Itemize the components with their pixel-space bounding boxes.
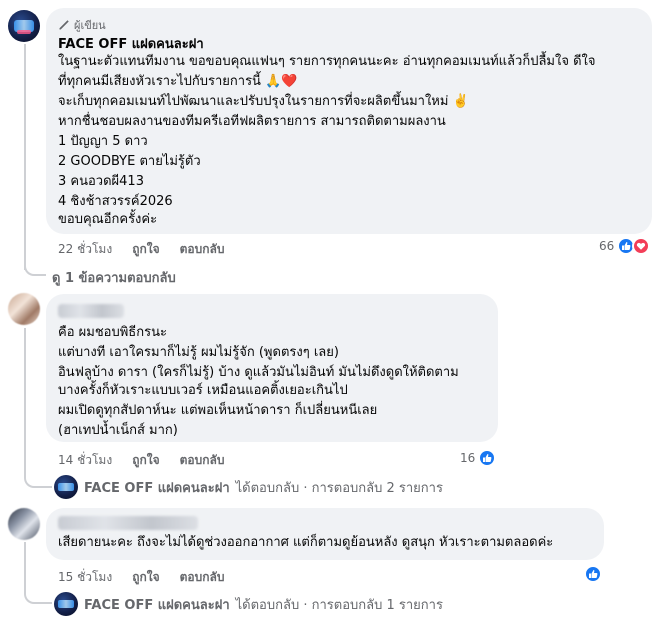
- thread-curve: [24, 576, 52, 604]
- reply-summary-author: FACE OFF แฝดคนละฝา: [84, 597, 230, 613]
- user-avatar[interactable]: [8, 293, 40, 325]
- comment-timestamp[interactable]: 14 ชั่วโมง: [58, 451, 112, 470]
- comment-timestamp[interactable]: 22 ชั่วโมง: [58, 240, 112, 259]
- thread-curve: [24, 250, 46, 276]
- comment-text-line: บางครั้งก็หัวเราะแบบเวอร์ เหมือนแอคติ้งเ…: [58, 383, 348, 398]
- user-avatar[interactable]: [8, 508, 40, 540]
- reaction-summary[interactable]: 66: [599, 237, 651, 255]
- like-reaction-icon: [478, 449, 497, 467]
- author-pen-icon: [59, 20, 69, 30]
- comment-actions: 22 ชั่วโมง ถูกใจ ตอบกลับ: [58, 240, 224, 259]
- author-badge-label: ผู้เขียน: [74, 19, 106, 32]
- comment-text-line: 3 คนอวดผี413: [58, 174, 144, 189]
- comment-timestamp[interactable]: 15 ชั่วโมง: [58, 568, 112, 587]
- love-reaction-icon: [632, 237, 651, 255]
- reply-summary-text: ได้ตอบกลับ · การตอบกลับ 2 รายการ: [235, 480, 443, 496]
- comment-text-line: จะเก็บทุกคอมเมนท์ไปพัฒนาและปรับปรุงในราย…: [58, 94, 469, 109]
- comment-text-line: แต่บางที เอาใครมาก็ไม่รู้ ผมไม่รู้จัก (พ…: [58, 345, 339, 360]
- reply-button[interactable]: ตอบกลับ: [180, 568, 225, 587]
- comment-author-redacted: [58, 516, 198, 530]
- reaction-summary[interactable]: 16: [460, 449, 497, 467]
- comment-text-line: 4 ชิงช้าสวรรค์2026: [58, 194, 173, 209]
- reaction-summary[interactable]: [584, 565, 602, 583]
- reaction-count: 16: [460, 451, 476, 465]
- like-reaction-icon: [584, 565, 602, 583]
- page-avatar[interactable]: [8, 10, 40, 42]
- comment-text-line: 2 GOODBYE ตายไม่รู้ตัว: [58, 154, 201, 169]
- comment-actions: 14 ชั่วโมง ถูกใจ ตอบกลับ: [58, 451, 224, 470]
- reaction-count: 66: [599, 239, 615, 253]
- like-button[interactable]: ถูกใจ: [132, 568, 159, 587]
- reply-summary[interactable]: FACE OFF แฝดคนละฝา ได้ตอบกลับ · การตอบกล…: [54, 475, 443, 499]
- page-avatar: [54, 592, 78, 616]
- like-button[interactable]: ถูกใจ: [132, 451, 159, 470]
- reply-summary-author: FACE OFF แฝดคนละฝา: [84, 480, 230, 496]
- comment-text-line: เสียดายนะคะ ถึงจะไม่ได้ดูช่วงออกอากาศ แต…: [58, 535, 554, 550]
- thread-line: [24, 44, 26, 270]
- author-badge: ผู้เขียน: [58, 16, 106, 34]
- comment-actions: 15 ชั่วโมง ถูกใจ ตอบกลับ: [58, 568, 224, 587]
- comment-text-line: หากชื่นชอบผลงานของทีมครีเอทีฟผลิตรายการ …: [58, 114, 446, 129]
- view-replies-link[interactable]: ดู 1 ข้อความตอบกลับ: [52, 267, 176, 288]
- comment-text-line: 1 ปัญญา 5 ดาว: [58, 134, 148, 149]
- comment-text-line: ขอบคุณอีกครั้งค่ะ: [58, 212, 158, 227]
- thread-line: [24, 328, 26, 468]
- comment-text-line: อินฟลูบ้าง ดารา (ใครก็ไม่รู้) บ้าง ดูแล้…: [58, 365, 459, 380]
- comment-text-line: ผมเปิดดูทุกสัปดาห์นะ แต่พอเห็นหน้าดารา ก…: [58, 403, 378, 418]
- like-button[interactable]: ถูกใจ: [132, 240, 159, 259]
- comment-text-line: คือ ผมชอบพิธีกรนะ: [58, 325, 167, 340]
- reply-button[interactable]: ตอบกลับ: [180, 240, 225, 259]
- page-avatar: [54, 475, 78, 499]
- comment-author-redacted: [58, 304, 124, 318]
- reply-button[interactable]: ตอบกลับ: [180, 451, 225, 470]
- comment-author[interactable]: FACE OFF แฝดคนละฝา: [58, 33, 204, 54]
- comment-text-line: ในฐานะตัวแทนทีมงาน ขอขอบคุณแฟนๆ รายการทุ…: [58, 54, 596, 69]
- comment-text-line: ที่ทุกคนมีเสียงหัวเราะไปกับรายการนี้ 🙏❤️: [58, 74, 298, 89]
- reply-summary-text: ได้ตอบกลับ · การตอบกลับ 1 รายการ: [235, 597, 443, 613]
- reply-summary[interactable]: FACE OFF แฝดคนละฝา ได้ตอบกลับ · การตอบกล…: [54, 592, 443, 616]
- comment-text-line: (ฮาเทปน้ำเน็กส์ มาก): [58, 423, 178, 438]
- thread-curve: [24, 462, 52, 488]
